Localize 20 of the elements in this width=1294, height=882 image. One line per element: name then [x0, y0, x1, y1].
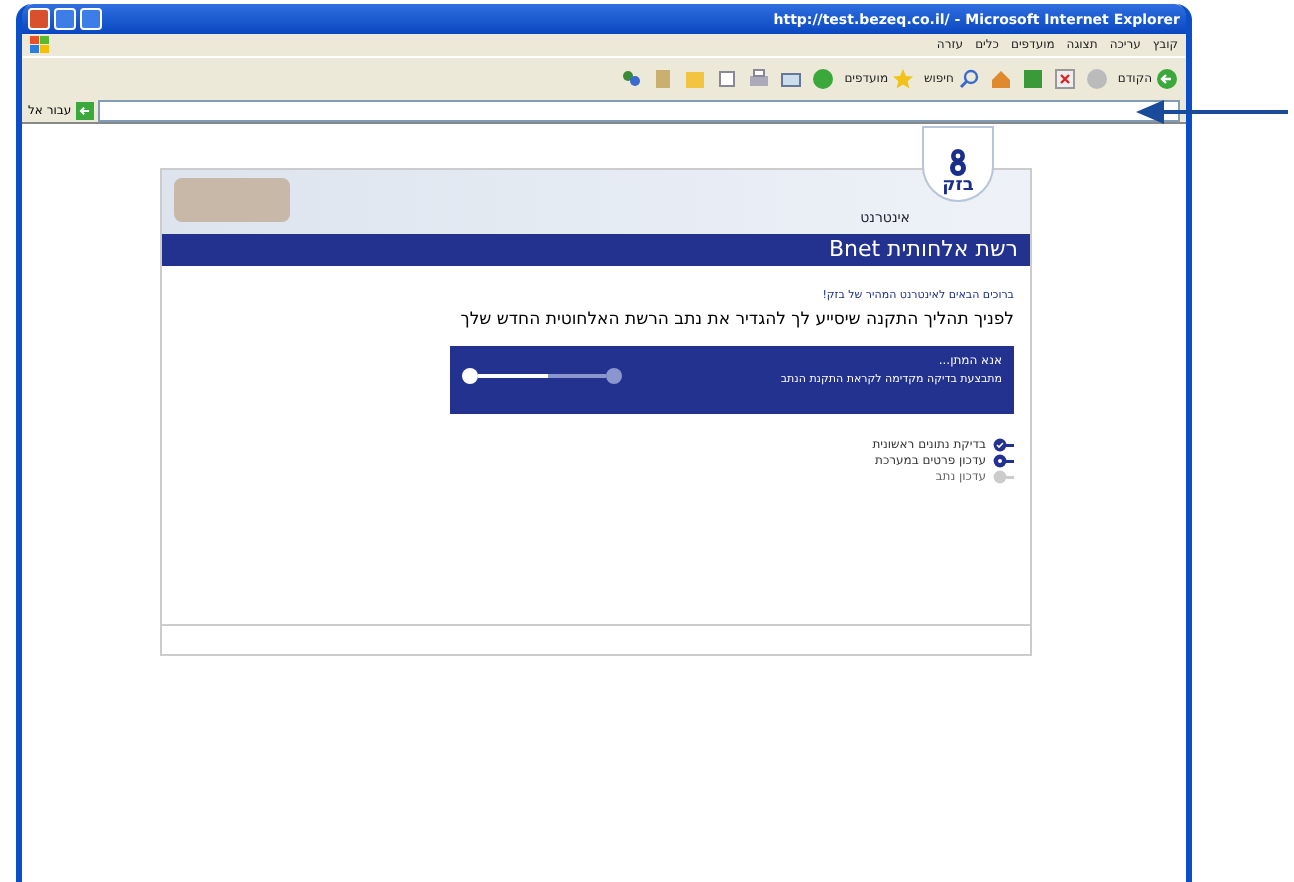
home-icon[interactable]: [989, 67, 1012, 89]
windows-logo-icon: [30, 36, 50, 54]
star-icon: [892, 67, 915, 89]
minimize-button[interactable]: [80, 8, 102, 30]
edit-icon[interactable]: [716, 67, 739, 89]
page-header: רשת אלחותית Bnet: [162, 234, 1030, 266]
back-arrow-icon: [1156, 67, 1178, 89]
maximize-button[interactable]: [54, 8, 76, 30]
photo-placeholder: [174, 178, 290, 222]
search-icon: [957, 67, 980, 89]
progress-start-dot: [462, 368, 478, 384]
printer-icon[interactable]: [748, 67, 771, 89]
mail-icon[interactable]: [780, 67, 803, 89]
stop-icon[interactable]: [1053, 67, 1076, 89]
address-field[interactable]: [97, 99, 1180, 121]
close-button[interactable]: [28, 8, 50, 30]
people-icon[interactable]: [620, 67, 643, 89]
intro-text: לפניך תהליך התקנה שיסייע לך להגדיר את נתב הרשת האלחוטית החדש שלך: [458, 310, 1014, 330]
logo: בזק: [922, 126, 994, 202]
arrow-icon: [75, 101, 94, 119]
